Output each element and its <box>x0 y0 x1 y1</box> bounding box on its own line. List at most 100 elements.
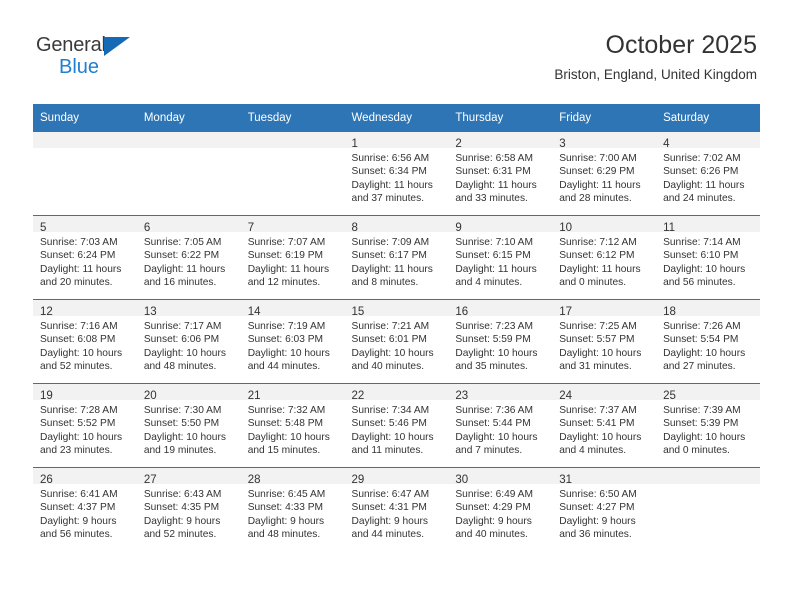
calendar-empty-cell <box>656 467 760 551</box>
day-details <box>656 484 760 488</box>
day-detail-line: and 4 minutes. <box>455 277 523 289</box>
calendar-day-cell[interactable]: 22 Sunrise: 7:34 AM Sunset: 5:46 PM Dayligh… <box>344 383 449 468</box>
day-detail-line: Daylight: 10 hours <box>351 431 434 443</box>
day-number-strip <box>136 132 241 148</box>
day-detail-line: Daylight: 9 hours <box>40 515 117 527</box>
day-detail-line: Sunset: 6:17 PM <box>351 250 427 262</box>
day-details <box>33 148 137 152</box>
calendar-day-cell[interactable]: 24 Sunrise: 7:37 AM Sunset: 5:41 PM Dayligh… <box>552 383 657 468</box>
calendar-day-cell[interactable]: 1 Sunrise: 6:56 AM Sunset: 6:34 PM Daylight… <box>344 132 449 216</box>
calendar-day-cell[interactable]: 11 Sunrise: 7:14 AM Sunset: 6:10 PM Dayligh… <box>656 215 760 300</box>
calendar-day-cell[interactable]: 16 Sunrise: 7:23 AM Sunset: 5:59 PM Dayligh… <box>448 299 553 384</box>
day-number-strip: 15 <box>344 300 449 318</box>
day-number-strip <box>656 468 760 484</box>
day-detail-line: Daylight: 9 hours <box>455 515 532 527</box>
calendar-day-cell[interactable]: 17 Sunrise: 7:25 AM Sunset: 5:57 PM Dayligh… <box>552 299 657 384</box>
day-detail-line: Sunset: 6:03 PM <box>247 334 324 346</box>
day-detail-line: Sunset: 5:54 PM <box>663 334 739 346</box>
day-number-strip: 30 <box>448 468 553 486</box>
day-detail-line: Sunrise: 7:26 AM <box>663 321 741 332</box>
day-detail-line: Sunrise: 7:36 AM <box>455 405 533 416</box>
day-detail-line: Daylight: 10 hours <box>351 347 434 359</box>
calendar-day-cell[interactable]: 3 Sunrise: 7:00 AM Sunset: 6:29 PM Daylight… <box>552 132 657 216</box>
calendar-empty-cell <box>33 132 137 216</box>
day-detail-line: and 19 minutes. <box>143 445 217 457</box>
day-number-strip: 13 <box>136 300 241 318</box>
calendar-day-cell[interactable]: 6 Sunrise: 7:05 AM Sunset: 6:22 PM Daylight… <box>136 215 241 300</box>
day-number: 15 <box>351 306 365 318</box>
day-detail-line: Sunset: 5:50 PM <box>143 418 220 430</box>
day-number-strip: 2 <box>448 132 553 150</box>
location-subtitle: Briston, England, United Kingdom <box>554 67 757 82</box>
calendar-day-cell[interactable]: 23 Sunrise: 7:36 AM Sunset: 5:44 PM Dayligh… <box>448 383 553 468</box>
calendar-day-cell[interactable]: 28 Sunrise: 6:45 AM Sunset: 4:33 PM Dayligh… <box>240 467 345 551</box>
day-detail-line: Sunset: 4:31 PM <box>351 502 427 514</box>
day-number-strip: 25 <box>656 384 760 402</box>
day-detail-line: Sunset: 6:12 PM <box>559 250 635 262</box>
calendar-page: General Blue October 2025 Briston, Engla… <box>0 0 792 612</box>
day-number-strip: 22 <box>344 384 449 402</box>
calendar-day-cell[interactable]: 18 Sunrise: 7:26 AM Sunset: 5:54 PM Dayligh… <box>656 299 760 384</box>
logo-text-general: General <box>36 34 106 56</box>
day-number: 29 <box>351 474 365 486</box>
calendar-day-cell[interactable]: 15 Sunrise: 7:21 AM Sunset: 6:01 PM Dayligh… <box>344 299 449 384</box>
day-detail-line: Sunrise: 7:32 AM <box>247 405 326 416</box>
day-detail-line: Sunset: 5:59 PM <box>455 334 531 346</box>
day-details: Sunrise: 7:39 AM Sunset: 5:39 PM Daylight:… <box>656 400 760 458</box>
calendar-day-cell[interactable]: 12 Sunrise: 7:16 AM Sunset: 6:08 PM Dayligh… <box>33 299 137 384</box>
calendar-day-cell[interactable]: 7 Sunrise: 7:07 AM Sunset: 6:19 PM Daylight… <box>240 215 345 300</box>
day-detail-line: Sunrise: 6:43 AM <box>143 489 222 500</box>
day-detail-line: Sunrise: 7:14 AM <box>663 237 741 248</box>
logo-text-blue: Blue <box>59 56 100 78</box>
calendar-day-cell[interactable]: 19 Sunrise: 7:28 AM Sunset: 5:52 PM Dayligh… <box>33 383 137 468</box>
calendar-day-cell[interactable]: 25 Sunrise: 7:39 AM Sunset: 5:39 PM Dayligh… <box>656 383 760 468</box>
day-number-strip: 26 <box>33 468 137 486</box>
page-header: General Blue October 2025 Briston, Engla… <box>0 0 792 103</box>
day-number: 10 <box>559 222 573 234</box>
day-detail-line: Sunrise: 7:37 AM <box>559 405 637 416</box>
day-number: 19 <box>40 390 53 402</box>
generalblue-logo[interactable]: General Blue <box>36 34 146 82</box>
calendar-day-cell[interactable]: 8 Sunrise: 7:09 AM Sunset: 6:17 PM Daylight… <box>344 215 449 300</box>
day-details: Sunrise: 7:03 AM Sunset: 6:24 PM Daylight:… <box>33 232 137 290</box>
day-detail-line: Daylight: 11 hours <box>559 263 641 275</box>
calendar-day-cell[interactable]: 2 Sunrise: 6:58 AM Sunset: 6:31 PM Daylight… <box>448 132 553 216</box>
day-detail-line: and 52 minutes. <box>40 361 113 373</box>
day-detail-line: Sunrise: 7:07 AM <box>247 237 326 248</box>
calendar-day-cell[interactable]: 4 Sunrise: 7:02 AM Sunset: 6:26 PM Daylight… <box>656 132 760 216</box>
day-detail-line: Daylight: 10 hours <box>143 347 226 359</box>
day-detail-line: Sunset: 6:29 PM <box>559 166 635 178</box>
day-detail-line: Sunset: 4:35 PM <box>143 502 220 514</box>
day-detail-line: Sunset: 5:57 PM <box>559 334 635 346</box>
calendar-day-cell[interactable]: 10 Sunrise: 7:12 AM Sunset: 6:12 PM Dayligh… <box>552 215 657 300</box>
day-detail-line: Sunrise: 6:41 AM <box>40 489 118 500</box>
day-detail-line: Daylight: 10 hours <box>663 431 746 443</box>
calendar-day-cell[interactable]: 29 Sunrise: 6:47 AM Sunset: 4:31 PM Dayligh… <box>344 467 449 551</box>
day-detail-line: and 56 minutes. <box>663 277 736 289</box>
day-details: Sunrise: 7:02 AM Sunset: 6:26 PM Daylight:… <box>656 148 760 206</box>
calendar-day-cell[interactable]: 31 Sunrise: 6:50 AM Sunset: 4:27 PM Dayligh… <box>552 467 657 551</box>
calendar-day-cell[interactable]: 20 Sunrise: 7:30 AM Sunset: 5:50 PM Dayligh… <box>136 383 241 468</box>
day-detail-line: Sunrise: 7:30 AM <box>143 405 222 416</box>
day-number-strip: 19 <box>33 384 137 402</box>
calendar-day-cell[interactable]: 14 Sunrise: 7:19 AM Sunset: 6:03 PM Dayligh… <box>240 299 345 384</box>
day-detail-line: and 40 minutes. <box>351 361 425 373</box>
calendar-day-cell[interactable]: 5 Sunrise: 7:03 AM Sunset: 6:24 PM Daylight… <box>33 215 137 300</box>
calendar-day-cell[interactable]: 26 Sunrise: 6:41 AM Sunset: 4:37 PM Dayligh… <box>33 467 137 551</box>
day-number-strip: 20 <box>136 384 241 402</box>
page-title: October 2025 <box>605 31 758 59</box>
calendar-day-cell[interactable]: 27 Sunrise: 6:43 AM Sunset: 4:35 PM Dayligh… <box>136 467 241 551</box>
calendar-day-cell[interactable]: 30 Sunrise: 6:49 AM Sunset: 4:29 PM Dayligh… <box>448 467 553 551</box>
day-number: 16 <box>455 306 469 318</box>
calendar-day-cell[interactable]: 21 Sunrise: 7:32 AM Sunset: 5:48 PM Dayligh… <box>240 383 345 468</box>
day-detail-line: Sunrise: 6:45 AM <box>247 489 326 500</box>
day-detail-line: and 27 minutes. <box>663 361 736 373</box>
day-number: 12 <box>40 306 53 318</box>
day-number-strip: 8 <box>344 216 449 234</box>
day-detail-line: and 40 minutes. <box>455 529 528 541</box>
calendar-week-row: 19 Sunrise: 7:28 AM Sunset: 5:52 PM Dayligh… <box>33 383 760 468</box>
calendar-day-cell[interactable]: 9 Sunrise: 7:10 AM Sunset: 6:15 PM Daylight… <box>448 215 553 300</box>
day-details: Sunrise: 7:37 AM Sunset: 5:41 PM Daylight:… <box>552 400 656 458</box>
day-number: 17 <box>559 306 573 318</box>
calendar-day-cell[interactable]: 13 Sunrise: 7:17 AM Sunset: 6:06 PM Dayligh… <box>136 299 241 384</box>
